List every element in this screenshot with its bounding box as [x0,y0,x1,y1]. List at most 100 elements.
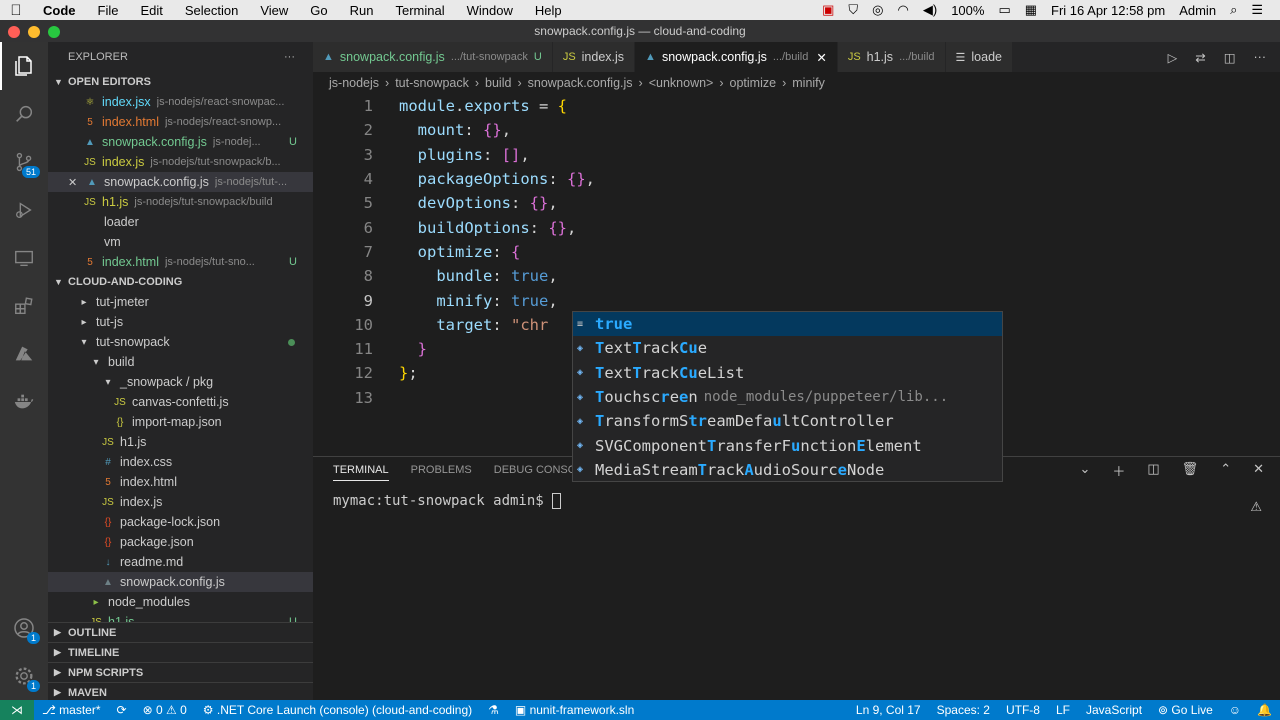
close-window-button[interactable] [8,26,20,38]
suggestion-item[interactable]: ◈ SVGComponent TransferF u nction Element [573,433,1002,457]
open-editor-item[interactable]: JS index.js js-nodejs/tut-snowpack/b... [48,152,313,172]
control-center-icon[interactable]: ☰ [1244,2,1270,18]
tree-item[interactable]: {} package-lock.json [48,512,313,532]
tree-item[interactable]: ▸ tut-js [48,312,313,332]
open-editor-item[interactable]: ✕ ▲ snowpack.config.js js-nodejs/tut-... [48,172,313,192]
sync-icon[interactable]: ◎ [865,2,890,18]
editor-tab[interactable]: ▲ snowpack.config.js .../tut-snowpack U [313,42,553,72]
battery-icon[interactable]: ▭ [991,2,1017,18]
source-control-icon[interactable]: 51 [0,138,48,186]
sync-icon[interactable]: ⟳ [109,703,135,717]
close-icon[interactable]: ✕ [816,50,826,65]
record-icon[interactable]: ▣ [815,2,841,18]
section-header[interactable]: ▶ NPM SCRIPTS [48,662,313,682]
suggestion-item[interactable]: ◈ Text Track Cu eList [573,361,1002,385]
explorer-icon[interactable] [0,42,48,90]
app-menu[interactable]: Code [32,3,87,18]
terminal[interactable]: mymac:tut-snowpack admin$ [313,483,1280,519]
tree-item[interactable]: ▾ _snowpack / pkg [48,372,313,392]
tree-item[interactable]: ▸ tut-jmeter [48,292,313,312]
open-editor-item[interactable]: ⚛ index.jsx js-nodejs/react-snowpac... [48,92,313,112]
flask-icon[interactable]: ⚗ [480,703,507,717]
suggestion-item[interactable]: ◈ MediaStream Track AudioSourc e Node [573,458,1002,482]
breadcrumb-item[interactable]: tut-snowpack [395,76,469,90]
notifications-bell-icon[interactable]: 🔔 [1249,703,1280,717]
remote-explorer-icon[interactable] [0,234,48,282]
menu-file[interactable]: File [87,3,130,18]
section-header[interactable]: ▶ MAVEN [48,682,313,700]
spotlight-search-icon[interactable]: ⌕ [1223,2,1244,18]
close-icon[interactable]: ✕ [68,176,82,189]
breadcrumb-item[interactable]: snowpack.config.js [528,76,633,90]
account-icon[interactable]: 1 [0,604,48,652]
menu-window[interactable]: Window [456,3,524,18]
section-header[interactable]: ▶ TIMELINE [48,642,313,662]
end-of-line[interactable]: LF [1048,703,1078,717]
tab-terminal[interactable]: TERMINAL [333,460,389,481]
menu-edit[interactable]: Edit [129,3,173,18]
suggestion-item[interactable]: ≡ true [573,312,1002,337]
menu-view[interactable]: View [249,3,299,18]
tree-item[interactable]: ▸ node_modules [48,592,313,612]
tree-item[interactable]: ▲ snowpack.config.js [48,572,313,592]
menu-clock[interactable]: Fri 16 Apr 12:58 pm [1044,3,1172,18]
volume-icon[interactable]: ◀) [916,2,944,18]
tree-item[interactable]: ▾ tut-snowpack [48,332,313,352]
shield-icon[interactable]: ⛉ [841,2,865,18]
menu-run[interactable]: Run [339,3,385,18]
go-live-button[interactable]: ⊚ Go Live [1150,703,1221,717]
tree-item[interactable]: JS h1.js U [48,612,313,622]
kill-terminal-icon[interactable]: 🗑 [1182,461,1199,480]
cursor-position[interactable]: Ln 9, Col 17 [848,703,929,717]
branch-status[interactable]: ⎇ master* [34,703,109,717]
close-panel-icon[interactable]: ✕ [1253,461,1264,480]
tree-item[interactable]: {} import-map.json [48,412,313,432]
menu-user[interactable]: Admin [1172,3,1223,18]
open-editor-item[interactable]: loader [48,212,313,232]
language-mode[interactable]: JavaScript [1078,703,1150,717]
split-terminal-icon[interactable]: ◫ [1147,461,1159,480]
feedback-icon[interactable]: ☺ [1221,703,1249,717]
tree-item[interactable]: {} package.json [48,532,313,552]
maximize-panel-icon[interactable]: ⌃ [1220,461,1231,480]
breadcrumb-item[interactable]: minify [792,76,825,90]
tree-item[interactable]: 5 index.html [48,472,313,492]
open-editors-header[interactable]: ▼ OPEN EDITORS [48,72,313,92]
azure-icon[interactable] [0,330,48,378]
more-actions-icon[interactable]: ··· [1254,50,1267,64]
solution-status[interactable]: ▣ nunit-framework.sln [507,703,642,717]
indentation[interactable]: Spaces: 2 [929,703,998,717]
docker-icon[interactable] [0,378,48,426]
open-editor-item[interactable]: 5 index.html js-nodejs/react-snowp... [48,112,313,132]
open-editor-item[interactable]: ▲ snowpack.config.js js-nodej... U [48,132,313,152]
extensions-icon[interactable] [0,282,48,330]
settings-gear-icon[interactable]: 1 [0,652,48,700]
open-editor-item[interactable]: JS h1.js js-nodejs/tut-snowpack/build [48,192,313,212]
open-changes-icon[interactable]: ⇄ [1195,50,1205,65]
apple-icon[interactable]:  [0,2,32,19]
debug-launch-status[interactable]: ⚙ .NET Core Launch (console) (cloud-and-… [195,703,480,717]
editor-tab[interactable]: ▲ snowpack.config.js .../build ✕ [635,42,838,72]
flag-icon[interactable]: ▦ [1018,2,1044,18]
split-editor-icon[interactable]: ◫ [1224,50,1236,65]
editor-tab[interactable]: JS h1.js .../build [837,42,946,72]
suggestion-item[interactable]: ◈ Touchsc r e e n node_modules/puppeteer/lib..… [573,385,1002,409]
tree-item[interactable]: ▾ build [48,352,313,372]
tree-item[interactable]: JS h1.js [48,432,313,452]
suggestion-item[interactable]: ◈ TransformS tr eamDefa u ltController [573,409,1002,433]
open-editor-item[interactable]: 5 index.html js-nodejs/tut-sno... U [48,252,313,272]
editor-tab[interactable]: JS index.js [552,42,636,72]
encoding[interactable]: UTF-8 [998,703,1048,717]
suggestion-item[interactable]: ◈ Text Track Cu e [573,336,1002,360]
zoom-window-button[interactable] [48,26,60,38]
menu-terminal[interactable]: Terminal [385,3,456,18]
new-terminal-icon[interactable]: ＋ [1112,461,1125,480]
breadcrumb-item[interactable]: optimize [730,76,777,90]
battery-percent[interactable]: 100% [944,3,991,18]
tree-item[interactable]: ↓ readme.md [48,552,313,572]
minimize-window-button[interactable] [28,26,40,38]
tree-item[interactable]: JS index.js [48,492,313,512]
section-header[interactable]: ▶ OUTLINE [48,622,313,642]
project-header[interactable]: ▼ CLOUD-AND-CODING [48,272,313,292]
tab-problems[interactable]: PROBLEMS [411,460,472,480]
